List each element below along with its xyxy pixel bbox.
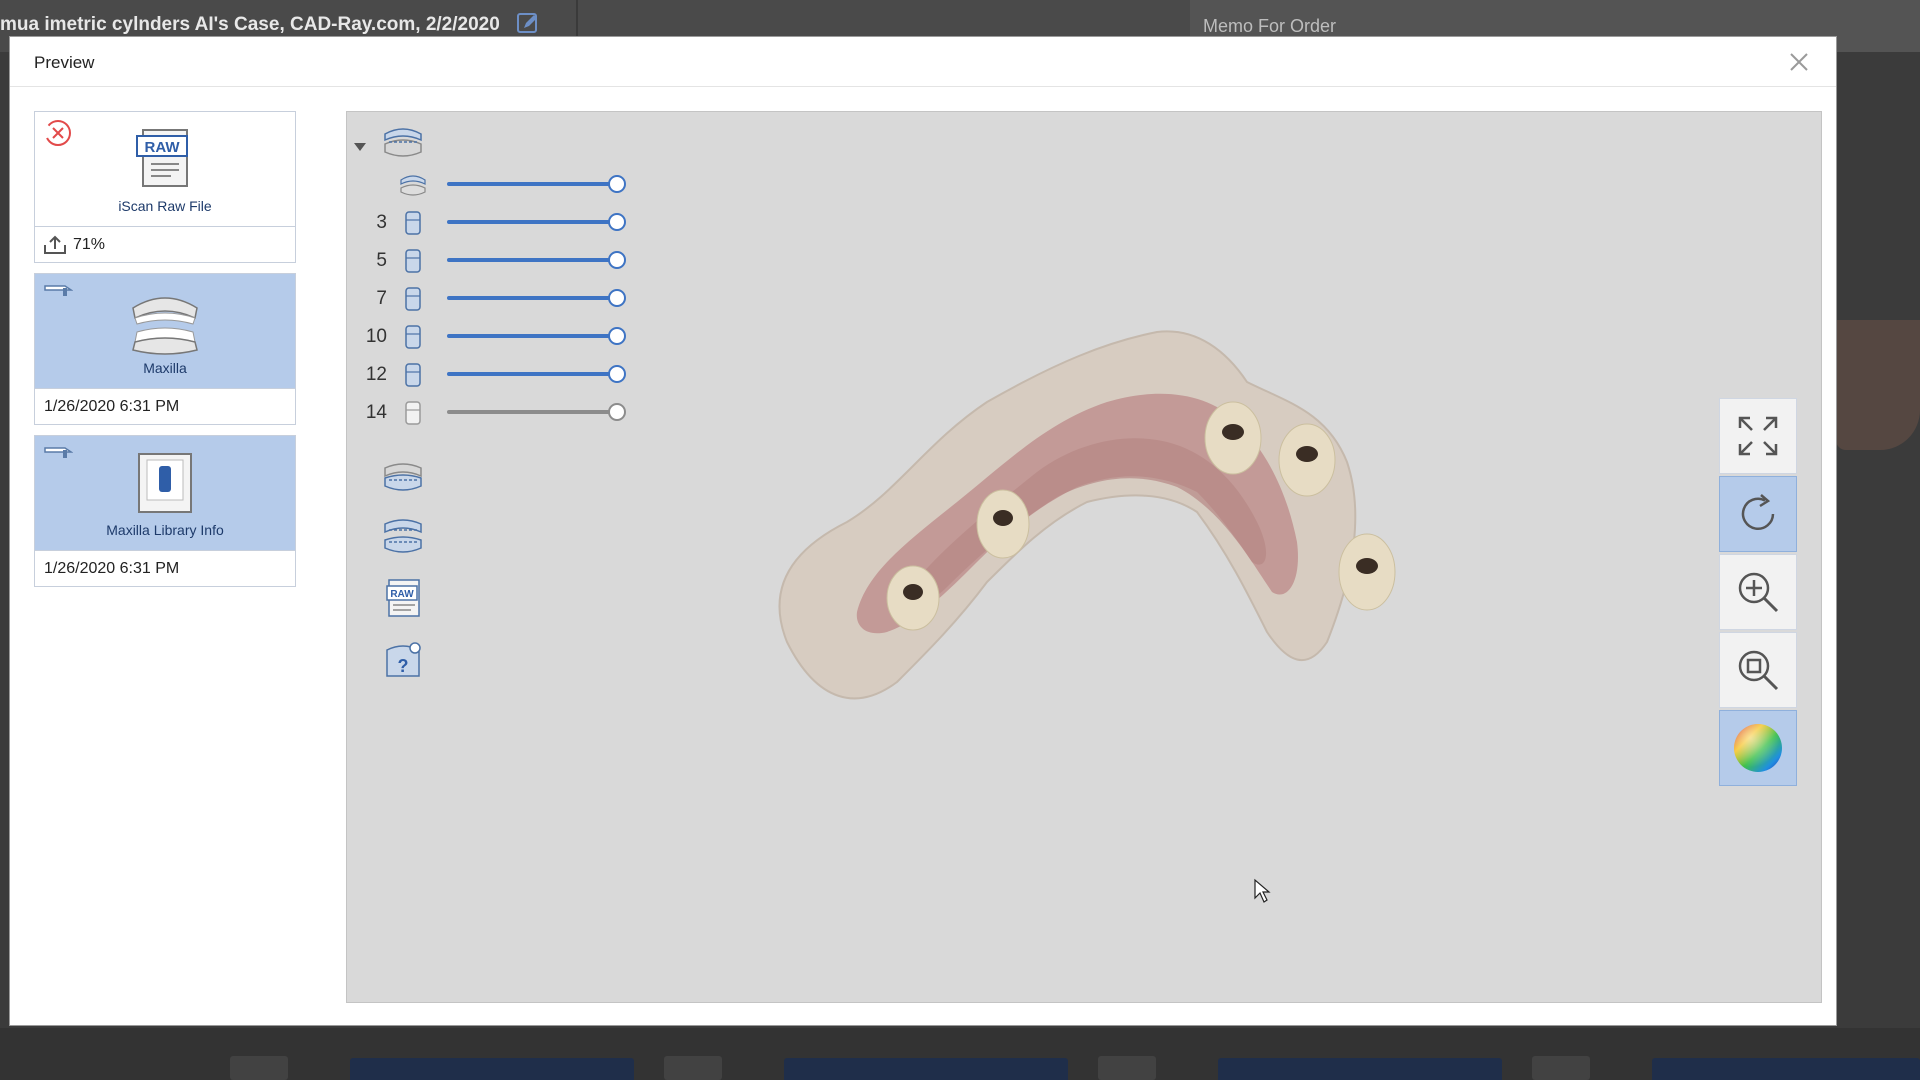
background-bottom-icon [664,1056,722,1080]
background-bottom-button [784,1058,1068,1080]
file-card-date: 1/26/2020 6:31 PM [35,550,295,586]
color-map-button[interactable] [1719,710,1797,786]
dialog-header: Preview [10,37,1836,87]
opacity-slider-handle[interactable] [608,403,626,421]
background-bottom-icon [230,1056,288,1080]
implant-cylinder [1278,423,1336,497]
tooth-icon[interactable] [399,286,427,312]
opacity-slider-track[interactable] [447,410,617,414]
close-icon[interactable] [1786,49,1812,75]
svg-text:?: ? [398,656,409,676]
opacity-slider-handle[interactable] [608,175,626,193]
layer-row [347,170,647,198]
preview-dialog: Preview RAW iScan Raw File 71% Maxilla 1… [9,36,1837,1026]
layer-number: 7 [376,288,387,309]
file-card-date: 1/26/2020 6:31 PM [35,388,295,424]
view-toolbar [1719,398,1797,788]
mouse-cursor-icon [1254,878,1271,903]
layer-row: 14 [347,398,647,426]
tooth-icon[interactable] [399,248,427,274]
dental-scan-model[interactable] [727,292,1427,732]
tooth-icon[interactable] [399,400,427,426]
file-card-content[interactable]: Maxilla Library Info [35,436,295,550]
tooth-icon[interactable] [399,362,427,388]
file-card-iscan-raw[interactable]: RAW iScan Raw File 71% [34,111,296,263]
file-card-label: Maxilla [143,360,187,376]
color-sphere-icon [1734,724,1782,772]
background-window-title: mua imetric cylnders AI's Case, CAD-Ray.… [0,14,500,35]
raw-file-icon[interactable]: RAW [383,578,423,618]
refresh-icon [1741,494,1775,530]
file-card-content[interactable]: RAW iScan Raw File [35,112,295,226]
upload-icon [44,235,66,254]
layer-row: 12 [347,360,647,388]
zoom-in-button[interactable] [1719,554,1797,630]
maxilla-icon [132,297,198,355]
svg-text:RAW: RAW [390,589,414,600]
dialog-title: Preview [34,53,95,72]
layer-number: 3 [376,212,387,233]
opacity-slider-handle[interactable] [608,251,626,269]
zoom-in-icon [1738,572,1779,613]
background-bottom-button [1218,1058,1502,1080]
layer-number: 12 [365,364,387,385]
file-card-maxilla-library-info[interactable]: Maxilla Library Info 1/26/2020 6:31 PM [34,435,296,587]
upper-arch-icon[interactable] [383,124,423,160]
reset-view-button[interactable] [1719,476,1797,552]
zoom-fit-button[interactable] [1719,632,1797,708]
opacity-slider-track[interactable] [447,296,617,300]
library-info-icon[interactable]: ? [383,640,423,680]
background-bottom-icon [1098,1056,1156,1080]
background-bottom-icon [1532,1056,1590,1080]
expand-icon [1738,416,1778,456]
opacity-slider-track[interactable] [447,334,617,338]
opacity-slider-handle[interactable] [608,289,626,307]
fit-view-button[interactable] [1719,398,1797,474]
scanner-icon [44,447,73,458]
tooth-icon[interactable] [399,210,427,236]
scanner-icon [44,285,73,296]
opacity-slider-handle[interactable] [608,213,626,231]
opacity-slider-track[interactable] [447,182,617,186]
3d-viewport[interactable]: 3 5 7 10 12 14 RAW ? [346,111,1822,1003]
file-card-label: Maxilla Library Info [106,522,224,538]
opacity-slider-handle[interactable] [608,327,626,345]
implant-cylinder [1338,533,1396,611]
implant-cylinder [1204,401,1262,475]
layer-row: 7 [347,284,647,312]
file-card-maxilla[interactable]: Maxilla 1/26/2020 6:31 PM [34,273,296,425]
file-card-content[interactable]: Maxilla [35,274,295,388]
file-card-label: iScan Raw File [118,198,212,214]
zoom-fit-icon [1738,650,1779,691]
svg-text:RAW: RAW [145,139,181,156]
library-file-icon [138,453,192,513]
error-icon [44,120,71,146]
both-arches-icon[interactable] [383,516,423,556]
file-card-footer: 71% [35,226,295,262]
opacity-slider-handle[interactable] [608,365,626,383]
layer-row: 3 [347,208,647,236]
lower-arch-icon[interactable] [383,458,423,494]
tooth-icon[interactable] [399,324,427,350]
implant-cylinder [976,489,1030,559]
upload-progress-text: 71% [73,236,106,253]
layer-number: 10 [365,326,387,347]
opacity-slider-track[interactable] [447,258,617,262]
background-bottom-button [1652,1058,1920,1080]
edit-icon [517,13,537,33]
layer-number: 14 [365,402,387,423]
arch-icon[interactable] [399,172,427,198]
raw-file-icon: RAW [136,129,188,187]
collapse-arrow-icon[interactable] [353,142,367,152]
layer-row: 10 [347,322,647,350]
layer-number: 5 [376,250,387,271]
opacity-slider-track[interactable] [447,372,617,376]
implant-cylinder [886,565,940,631]
memo-for-order-label: Memo For Order [1203,16,1337,36]
opacity-slider-track[interactable] [447,220,617,224]
layer-row: 5 [347,246,647,274]
background-bottom-button [350,1058,634,1080]
background-model-edge [1836,320,1920,450]
